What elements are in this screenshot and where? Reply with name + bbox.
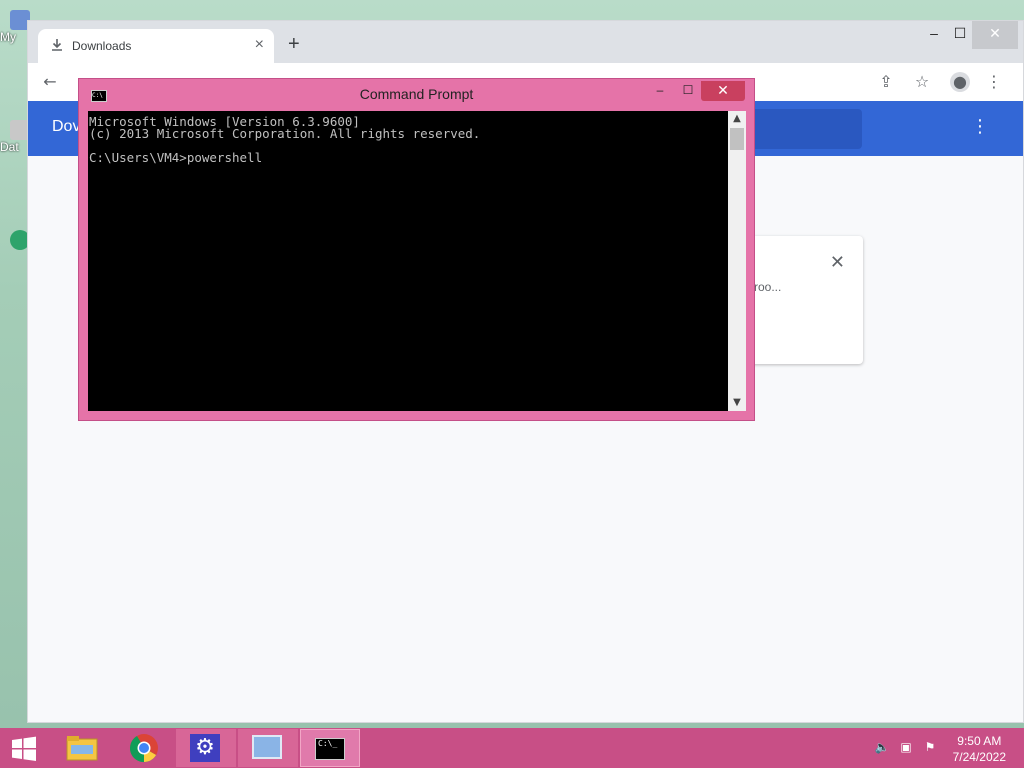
more-menu-icon[interactable]: ⋮ [984, 72, 1004, 92]
start-button[interactable] [0, 729, 48, 767]
taskbar-control-panel[interactable] [238, 729, 298, 767]
download-icon [52, 39, 62, 51]
close-button[interactable]: ✕ [972, 21, 1018, 49]
desktop-icon-app[interactable] [0, 230, 30, 250]
scroll-down-icon[interactable]: ▼ [728, 395, 746, 411]
network-icon[interactable]: ▣ [898, 740, 914, 756]
share-icon[interactable]: ⇪ [876, 72, 896, 92]
bookmark-star-icon[interactable]: ☆ [912, 72, 932, 92]
new-tab-button[interactable]: + [288, 33, 300, 56]
taskbar: ⚙ C:\_ 🔈 ▣ ⚑ 9:50 AM 7/24/2022 [0, 728, 1024, 768]
taskbar-chrome[interactable] [114, 729, 174, 767]
page-title: Dov [52, 118, 81, 135]
download-card-text: roo... [754, 280, 782, 294]
tab-downloads[interactable]: Downloads × [38, 29, 274, 63]
control-panel-icon [252, 735, 282, 759]
tab-close-icon[interactable]: × [255, 36, 264, 54]
taskbar-settings[interactable]: ⚙ [176, 729, 236, 767]
clock-time: 9:50 AM [957, 734, 1002, 748]
scroll-thumb[interactable] [730, 128, 744, 150]
desktop-icon-data[interactable]: Dat [0, 120, 30, 154]
folder-icon [66, 736, 98, 761]
cmd-icon: C:\_ [315, 738, 345, 760]
tab-strip: Downloads × + – ☐ ✕ [28, 21, 1023, 63]
console-area[interactable]: Microsoft Windows [Version 6.3.9600] (c)… [88, 111, 728, 411]
cmd-titlebar[interactable]: C:\ Command Prompt – ☐ ✕ [79, 79, 754, 110]
console-scrollbar[interactable]: ▲ ▼ [728, 111, 746, 411]
chrome-icon [129, 734, 158, 763]
desktop-icon-label: Dat [0, 140, 19, 154]
downloads-menu-icon[interactable]: ⋮ [971, 116, 989, 137]
cmd-close-button[interactable]: ✕ [701, 81, 745, 101]
taskbar-file-explorer[interactable] [52, 729, 112, 767]
tab-title: Downloads [72, 39, 132, 53]
clock-date: 7/24/2022 [952, 750, 1006, 764]
command-prompt-window: C:\ Command Prompt – ☐ ✕ Microsoft Windo… [78, 78, 755, 421]
action-center-flag-icon[interactable]: ⚑ [922, 740, 938, 756]
console-output: Microsoft Windows [Version 6.3.9600] (c)… [89, 114, 481, 165]
search-bar[interactable] [754, 109, 862, 149]
desktop-icon-label: My [0, 30, 16, 44]
scroll-up-icon[interactable]: ▲ [728, 111, 746, 127]
system-clock[interactable]: 9:50 AM 7/24/2022 [953, 733, 1006, 765]
cmd-maximize-button[interactable]: ☐ [675, 81, 701, 101]
profile-avatar-icon[interactable]: ● [950, 72, 970, 92]
windows-logo-icon [12, 736, 36, 761]
card-close-icon[interactable]: ✕ [830, 252, 845, 273]
desktop-icon-my-computer[interactable]: My [0, 10, 30, 44]
cmd-minimize-button[interactable]: – [647, 81, 673, 101]
volume-muted-icon[interactable]: 🔈 [874, 740, 890, 756]
gear-icon: ⚙ [190, 734, 220, 762]
back-icon[interactable]: ← [40, 72, 60, 92]
taskbar-command-prompt[interactable]: C:\_ [300, 729, 360, 767]
